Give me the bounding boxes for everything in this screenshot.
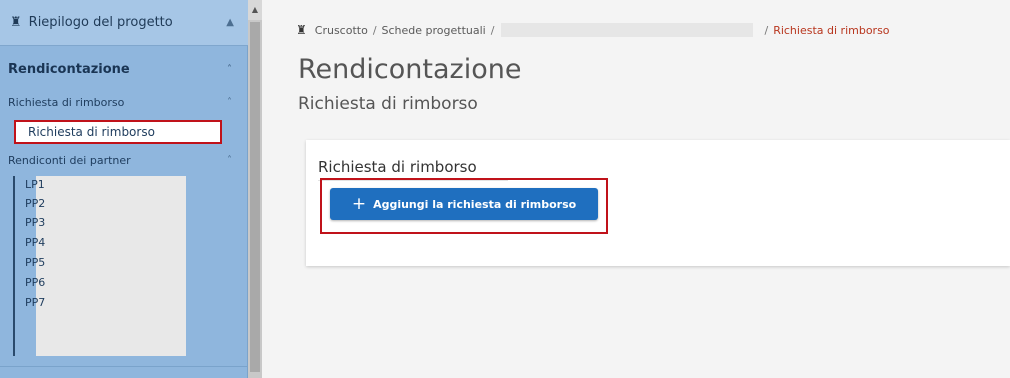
scrollbar-thumb[interactable] — [250, 22, 260, 372]
sidebar-item-label: Richiesta di rimborso — [28, 125, 155, 139]
scroll-up-arrow-icon[interactable]: ▲ — [248, 0, 262, 20]
breadcrumb-separator: / — [372, 23, 377, 37]
claim-card: Richiesta di rimborso + Aggiungi la rich… — [306, 140, 1010, 266]
sidebar-item-pp2[interactable]: PP2 — [25, 195, 45, 213]
divider — [0, 366, 248, 367]
sidebar-group-label: Rendiconti dei partner — [8, 154, 131, 167]
sidebar-item-pp7[interactable]: PP7 — [25, 294, 45, 312]
home-icon: ♜ — [10, 15, 22, 30]
sidebar-item-label: Riepilogo del progetto — [28, 15, 173, 30]
card-title: Richiesta di rimborso — [318, 158, 477, 176]
breadcrumb-separator: / — [764, 23, 769, 37]
plus-icon: + — [351, 193, 367, 214]
add-claim-button[interactable]: + Aggiungi la richiesta di rimborso — [330, 188, 598, 220]
sidebar-item-pp3[interactable]: PP3 — [25, 214, 45, 232]
redacted-breadcrumb-item — [501, 23, 754, 37]
breadcrumb-item-current: Richiesta di rimborso — [773, 23, 890, 37]
sidebar-item-lp1[interactable]: LP1 — [25, 176, 45, 194]
sidebar-group-claim[interactable]: Richiesta di rimborso ˄ — [0, 94, 248, 112]
sidebar-item-project-summary[interactable]: ♜ Riepilogo del progetto ▲ — [0, 0, 248, 46]
sidebar-group-label: Richiesta di rimborso — [8, 96, 125, 109]
main-content: ♜ Cruscotto / Schede progettuali / / Ric… — [262, 0, 1010, 378]
breadcrumb: ♜ Cruscotto / Schede progettuali / / Ric… — [296, 18, 1010, 42]
sidebar-section-reporting[interactable]: Rendicontazione ˄ — [0, 58, 248, 82]
sidebar-section-label: Rendicontazione — [8, 62, 130, 77]
sidebar-item-pp4[interactable]: PP4 — [25, 234, 45, 252]
sidebar-scrollbar[interactable]: ▲ — [248, 0, 262, 378]
redacted-area — [36, 176, 186, 356]
chevron-up-icon[interactable]: ˄ — [227, 58, 232, 82]
sidebar-group-partner-reports[interactable]: Rendiconti dei partner ˄ — [0, 152, 248, 170]
chevron-up-icon: ▲ — [226, 17, 234, 28]
chevron-up-icon[interactable]: ˄ — [227, 94, 232, 112]
sidebar-item-pp6[interactable]: PP6 — [25, 274, 45, 292]
breadcrumb-item-dashboard[interactable]: Cruscotto — [315, 24, 368, 37]
page-subtitle: Richiesta di rimborso — [298, 94, 478, 114]
sidebar: ♜ Riepilogo del progetto ▲ Rendicontazio… — [0, 0, 248, 378]
chevron-up-icon[interactable]: ˄ — [227, 152, 232, 170]
sidebar-item-claim-active[interactable]: Richiesta di rimborso — [14, 120, 222, 144]
home-icon[interactable]: ♜ — [296, 23, 307, 37]
breadcrumb-separator: / — [490, 23, 495, 37]
breadcrumb-item-project-cards[interactable]: Schede progettuali — [382, 24, 486, 37]
partner-list: LP1 PP2 PP3 PP4 PP5 PP6 PP7 — [13, 176, 45, 356]
add-claim-button-label: Aggiungi la richiesta di rimborso — [373, 197, 577, 211]
page-title: Rendicontazione — [298, 54, 522, 85]
sidebar-item-pp5[interactable]: PP5 — [25, 254, 45, 272]
